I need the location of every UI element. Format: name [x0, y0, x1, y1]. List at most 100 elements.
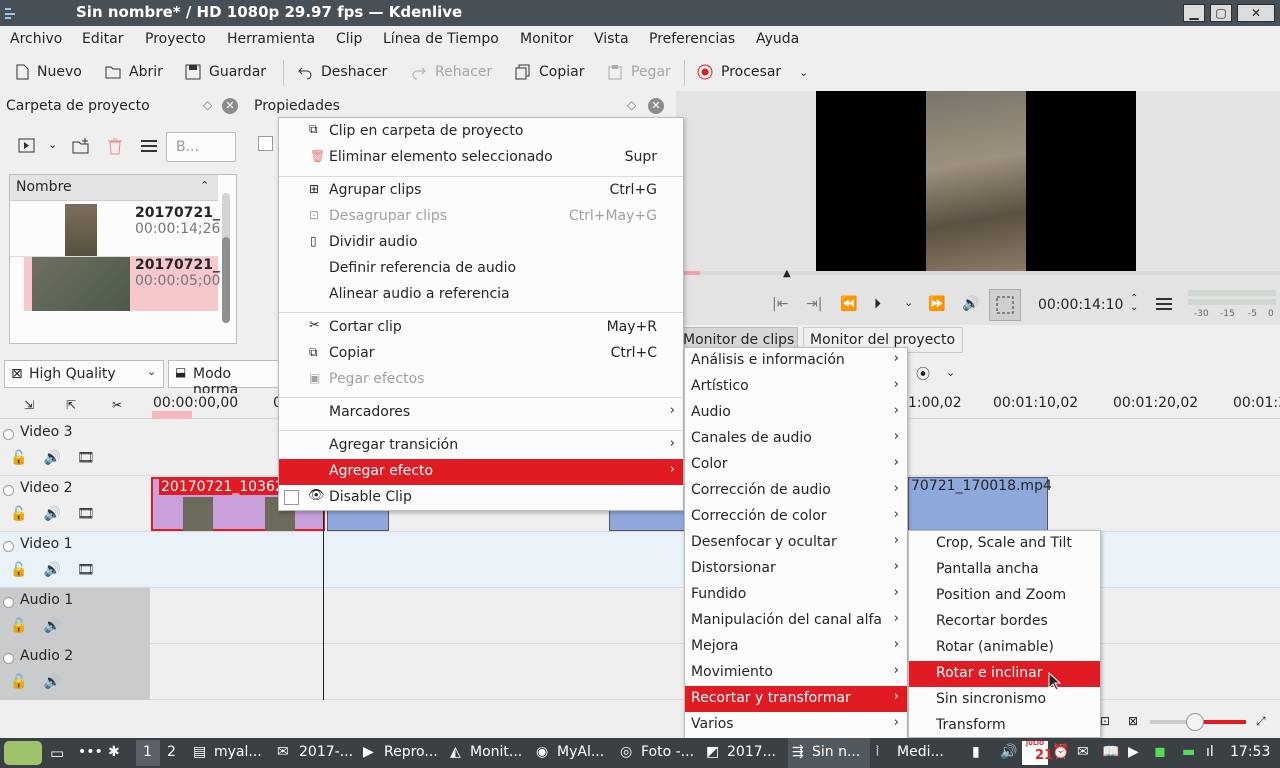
alarm-clock-icon[interactable]: ⏰ [1052, 744, 1069, 760]
menu-item-effect[interactable]: Rotar (animable) [909, 635, 1100, 661]
menu-item-effect[interactable]: Pantalla ancha [909, 557, 1100, 583]
track-toggle[interactable] [3, 541, 14, 552]
zoom-slider-handle[interactable] [1186, 713, 1204, 731]
track-toggle[interactable] [3, 485, 14, 496]
mute-icon[interactable]: 🔊 [43, 674, 60, 690]
chevron-down-icon[interactable]: ⌄ [48, 138, 57, 151]
razor-icon[interactable]: ✂ [112, 398, 122, 412]
zone-icon[interactable]: ⇱ [66, 398, 76, 412]
menu-item-cut-clip[interactable]: ✂ Cortar clip May+R [279, 315, 683, 341]
chevron-down-icon[interactable]: ⌄ [904, 296, 913, 309]
battery-icon[interactable]: ▬ [1182, 744, 1195, 760]
fit-zoom-icon[interactable]: ⊡ [1100, 714, 1110, 728]
menu-item-markers[interactable]: Marcadores › [279, 400, 683, 426]
menu-item-effect[interactable]: Crop, Scale and Tilt [909, 531, 1100, 557]
media-tray-icon[interactable]: ▶ [1128, 744, 1139, 760]
task-button[interactable]: Medi... [897, 744, 944, 760]
menu-item-effect-category[interactable]: Fundido › [685, 582, 907, 608]
task-button[interactable]: Monit... [470, 744, 522, 760]
desktop-2-button[interactable]: 2 [167, 744, 176, 760]
menu-item-add-transition[interactable]: Agregar transición › [279, 433, 683, 459]
zone-marker[interactable] [152, 411, 192, 419]
task-button[interactable]: myal... [214, 744, 262, 760]
safe-zone-button[interactable] [989, 289, 1021, 321]
delete-icon[interactable] [107, 138, 123, 155]
menu-item-effect-category[interactable]: Artístico › [685, 374, 907, 400]
desktop-1-button[interactable]: 1 [136, 740, 160, 766]
close-panel-icon[interactable]: ✕ [222, 98, 238, 114]
menu-item-effect[interactable]: Recortar bordes [909, 609, 1100, 635]
spin-arrows-icon[interactable]: ⌃ ⌄ [1130, 294, 1138, 313]
menu-item-effect-category[interactable]: Corrección de audio › [685, 478, 907, 504]
show-desktop-icon[interactable]: ▭ [50, 744, 64, 762]
menu-item-clip-in-bin[interactable]: ⧉ Clip en carpeta de proyecto [279, 119, 683, 145]
zoom-in-icon[interactable]: ⤢ [1256, 714, 1266, 729]
menu-item-effect[interactable]: Sin sincronismo [909, 687, 1100, 713]
volume-icon[interactable]: 🔊 [962, 296, 979, 312]
render-button[interactable]: Procesar ⌄ [697, 64, 808, 80]
checkbox[interactable] [258, 136, 273, 151]
go-to-start-icon[interactable]: |⇤ [772, 296, 788, 312]
mute-icon[interactable]: 🔊 [43, 618, 60, 634]
playhead-marker-icon[interactable]: ▲ [783, 268, 791, 279]
menu-item-effect-category[interactable]: Color › [685, 452, 907, 478]
menu-editar[interactable]: Editar [82, 31, 123, 47]
fast-forward-icon[interactable]: ⏩ [928, 296, 945, 312]
task-button[interactable]: 2017... [727, 744, 776, 760]
menu-item-align-audio[interactable]: Alinear audio a referencia [279, 282, 683, 308]
menu-clip[interactable]: Clip [336, 31, 362, 47]
edit-mode-select[interactable]: ⬓ Modo norma [168, 360, 280, 398]
film-icon[interactable]: 🎞 [77, 450, 95, 466]
record-audio-icon[interactable]: ⦿ [916, 364, 930, 384]
task-button[interactable]: 2017-... [299, 744, 353, 760]
menu-item-paste-effects[interactable]: ▣ Pegar efectos [279, 367, 683, 393]
menu-herramienta[interactable]: Herramienta [227, 31, 315, 47]
redo-button[interactable]: Rehacer [411, 64, 492, 80]
track-config-icon[interactable]: ⇲ [24, 398, 34, 412]
volume-tray-icon[interactable]: 🔊 [1000, 744, 1017, 760]
menu-proyecto[interactable]: Proyecto [145, 31, 206, 47]
menu-item-effect-category[interactable]: Manipulación del canal alfa › [685, 608, 907, 634]
chevron-down-icon[interactable]: ⌄ [946, 366, 955, 379]
track-toggle[interactable] [3, 429, 14, 440]
lock-icon[interactable]: 🔓 [10, 562, 27, 578]
track-toggle[interactable] [3, 653, 14, 664]
menu-item-add-effect[interactable]: Agregar efecto › [279, 459, 683, 485]
mute-icon[interactable]: 🔊 [43, 562, 60, 578]
lock-icon[interactable]: 🔓 [10, 450, 27, 466]
minimize-button[interactable]: ▁ [1183, 4, 1205, 22]
rewind-icon[interactable]: ⏪ [840, 296, 857, 312]
menu-item-effect-category[interactable]: Audio › [685, 400, 907, 426]
lock-icon[interactable]: 🔓 [10, 506, 27, 522]
menu-icon[interactable] [140, 139, 158, 153]
menu-item-effect-selected[interactable]: Rotar e inclinar [909, 661, 1100, 687]
menu-archivo[interactable]: Archivo [10, 31, 62, 47]
list-item[interactable]: 20170721_ 00:00:14;26 [10, 203, 220, 257]
menu-item-effect[interactable]: Transform [909, 713, 1100, 739]
copy-button[interactable]: Copiar [515, 64, 584, 80]
close-button[interactable]: ✕ [1237, 4, 1275, 22]
film-icon[interactable]: 🎞 [77, 562, 95, 578]
menu-vista[interactable]: Vista [594, 31, 629, 47]
menu-item-effect-category[interactable]: Movimiento › [685, 660, 907, 686]
go-to-end-icon[interactable]: ⇥| [806, 296, 822, 312]
menu-item-copy[interactable]: ⧉ Copiar Ctrl+C [279, 341, 683, 367]
mute-icon[interactable]: 🔊 [43, 506, 60, 522]
menu-linea-de-tiempo[interactable]: Línea de Tiempo [383, 31, 499, 47]
phone-icon[interactable]: ◼ [1154, 744, 1166, 760]
list-item-selected[interactable]: 20170721_ 00:00:05;00 [24, 257, 220, 311]
menu-item-disable-clip[interactable]: 👁 Disable Clip [279, 485, 683, 511]
menu-ayuda[interactable]: Ayuda [756, 31, 799, 47]
mute-icon[interactable]: 🔊 [43, 450, 60, 466]
zoom-out-icon[interactable]: ⊠ [1128, 714, 1138, 728]
menu-icon[interactable] [1156, 298, 1172, 310]
monitor-timecode[interactable]: 00:00:14:10 [1038, 297, 1123, 313]
app-launcher-icon[interactable]: ✱ [108, 744, 120, 760]
book-icon[interactable]: 📖 [1102, 744, 1119, 760]
mail-tray-icon[interactable]: ✉ [1077, 744, 1089, 760]
menu-item-effect-category[interactable]: Desenfocar y ocultar › [685, 530, 907, 556]
menu-item-effect-category-selected[interactable]: Recortar y transformar › [685, 686, 907, 712]
maximize-button[interactable]: ▢ [1210, 4, 1232, 22]
menu-item-effect-category[interactable]: Corrección de color › [685, 504, 907, 530]
chevron-down-icon[interactable]: ⌄ [799, 66, 808, 79]
